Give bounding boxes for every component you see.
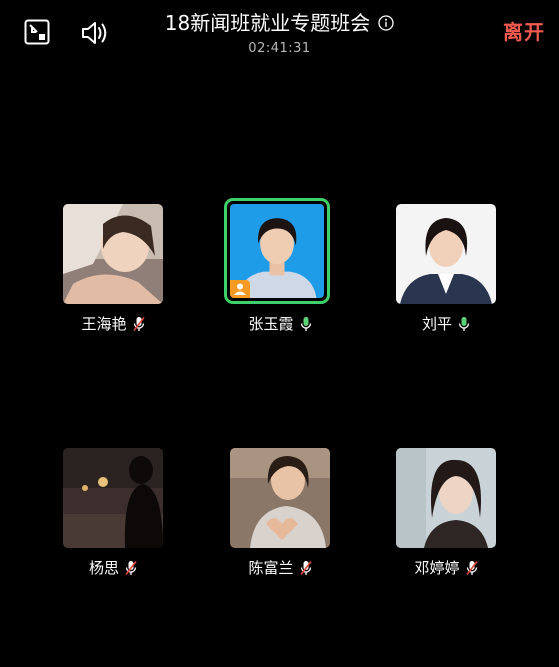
avatar <box>396 204 496 304</box>
participant-tile[interactable]: 杨思 <box>53 448 173 583</box>
avatar-photo <box>396 448 496 548</box>
avatar <box>230 448 330 548</box>
participant-name-row: 王海艳 <box>53 314 173 334</box>
participant-tile[interactable]: 刘平 <box>386 204 506 339</box>
participant-name: 邓婷婷 <box>414 559 460 577</box>
host-badge-icon <box>230 280 250 298</box>
participant-tile[interactable]: 邓婷婷 <box>386 448 506 583</box>
microphone-muted-icon <box>125 560 137 576</box>
microphone-icon <box>300 316 312 332</box>
participant-name-row: 陈富兰 <box>220 558 340 578</box>
top-bar: 18新闻班就业专题班会 02:41:31 离开 <box>0 0 559 70</box>
microphone-muted-icon <box>133 316 145 332</box>
participant-name-row: 杨思 <box>53 558 173 578</box>
avatar <box>224 198 330 304</box>
minimize-window-icon[interactable] <box>24 19 50 45</box>
participant-tile-speaking[interactable]: 张玉霞 <box>220 198 340 339</box>
avatar <box>396 448 496 548</box>
participant-name-row: 邓婷婷 <box>386 558 506 578</box>
avatar-photo <box>63 204 163 304</box>
participant-tile[interactable]: 陈富兰 <box>220 448 340 583</box>
participant-name: 王海艳 <box>81 315 127 333</box>
microphone-muted-icon <box>300 560 312 576</box>
title-row: 18新闻班就业专题班会 <box>165 9 394 37</box>
microphone-icon <box>458 316 470 332</box>
participant-name-row: 刘平 <box>386 314 506 334</box>
participant-name-row: 张玉霞 <box>220 314 340 334</box>
participant-name: 刘平 <box>421 315 452 333</box>
participant-tile[interactable]: 王海艳 <box>53 204 173 339</box>
avatar <box>63 204 163 304</box>
participant-name: 杨思 <box>88 559 119 577</box>
participant-name: 张玉霞 <box>248 315 294 333</box>
avatar-photo <box>396 204 496 304</box>
meeting-title: 18新闻班就业专题班会 <box>164 11 371 35</box>
info-icon[interactable] <box>378 15 394 31</box>
meeting-header: 18新闻班就业专题班会 02:41:31 <box>120 9 439 57</box>
avatar-photo <box>230 448 330 548</box>
participant-name: 陈富兰 <box>248 559 294 577</box>
leave-button[interactable]: 离开 <box>503 18 545 46</box>
speaker-icon[interactable] <box>80 19 110 47</box>
avatar-photo <box>63 448 163 548</box>
microphone-muted-icon <box>466 560 478 576</box>
avatar <box>63 448 163 548</box>
meeting-timer: 02:41:31 <box>248 41 311 56</box>
